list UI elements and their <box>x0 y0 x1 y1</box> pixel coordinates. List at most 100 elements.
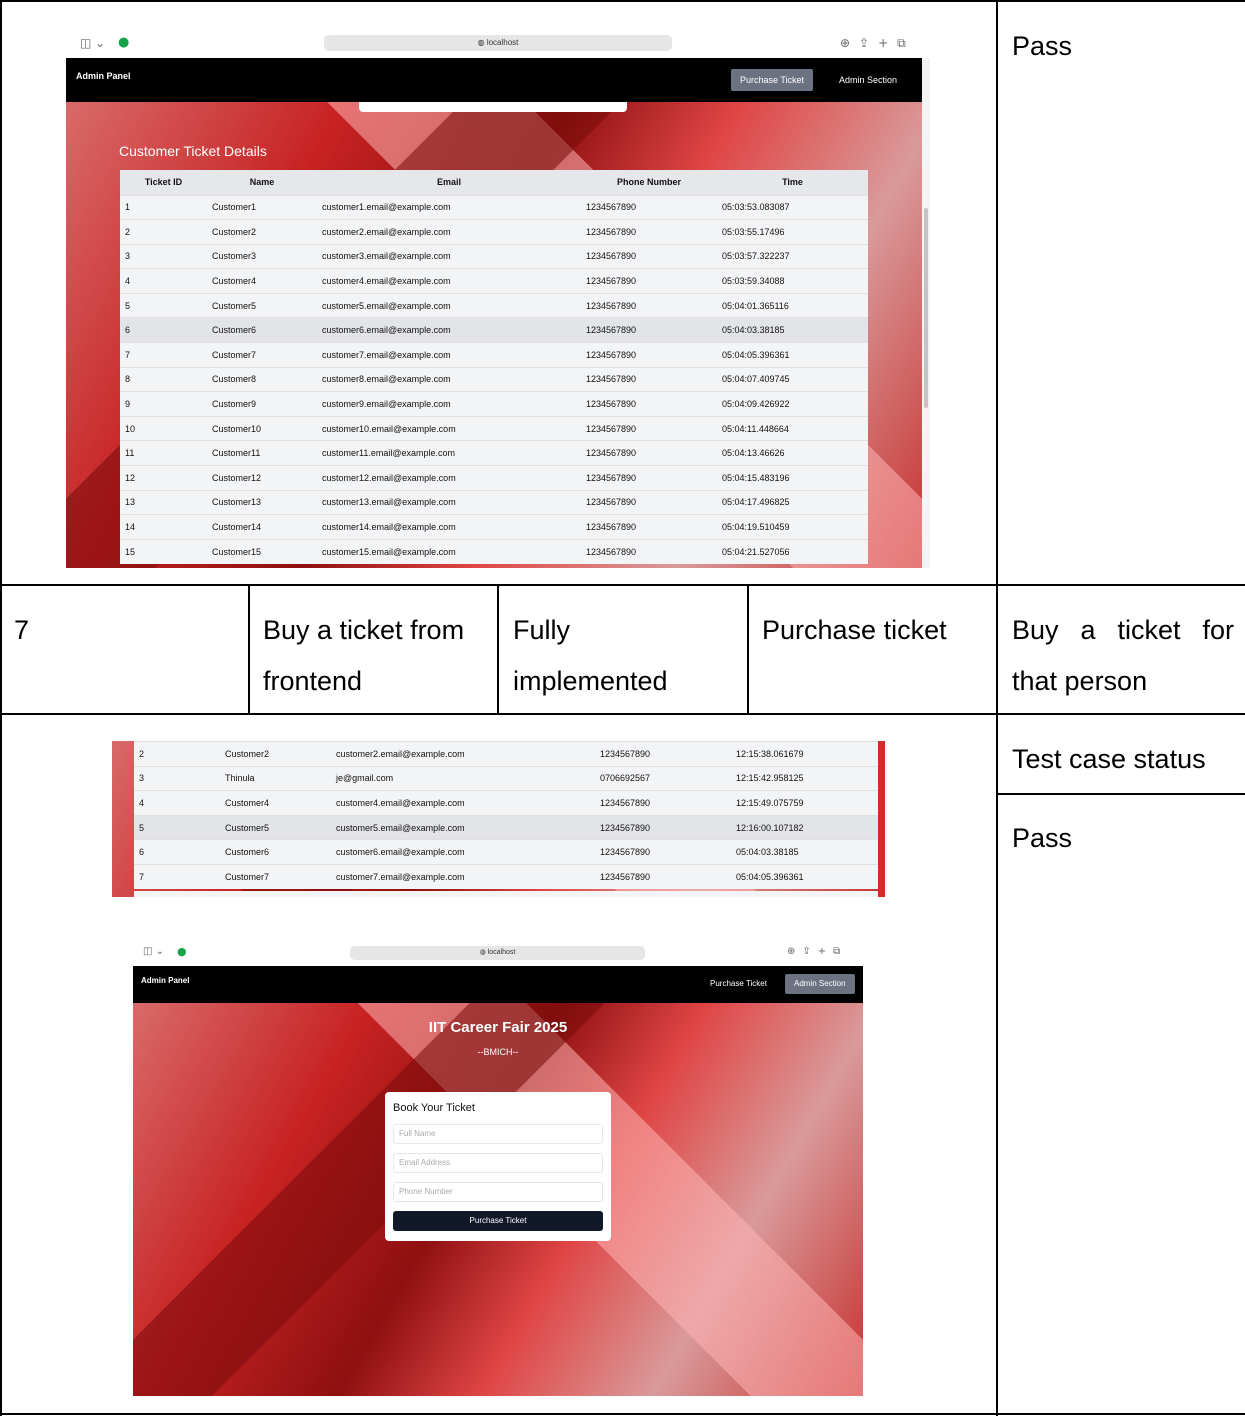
table-border-top <box>0 0 1245 2</box>
cell-email: customer3.email@example.com <box>317 243 581 269</box>
updated-table-screenshot: 2 Customer2 customer2.email@example.com 123… <box>112 741 885 897</box>
address-bar[interactable]: ◍ localhost <box>350 946 645 960</box>
sidebar-icon[interactable]: ◫ ⌄ <box>80 36 105 50</box>
admin-section-nav-button[interactable]: Admin Section <box>830 69 906 91</box>
table-row[interactable]: 5 Customer5 customer5.email@example.com 123… <box>134 814 878 840</box>
cell-time: 05:04:03.38185 <box>717 317 868 343</box>
cell-ticket-id: 13 <box>120 489 207 515</box>
page-scrollbar-thumb[interactable] <box>924 208 928 408</box>
cell-ticket-id: 5 <box>134 814 220 840</box>
brand-title[interactable]: Admin Panel <box>141 976 189 985</box>
cell-email: customer5.email@example.com <box>317 292 581 318</box>
table-row[interactable]: 2 Customer2 customer2.email@example.com 123… <box>134 741 878 767</box>
cell-ticket-id: 6 <box>120 317 207 343</box>
table-row[interactable]: 2 Customer2 customer2.email@example.com 123… <box>120 219 868 245</box>
navbar: Admin Panel Purchase Ticket Admin Sectio… <box>133 966 863 1003</box>
cell-name: Customer9 <box>207 391 317 417</box>
address-bar[interactable]: ◍ localhost <box>324 35 672 51</box>
browser-actions-icons[interactable]: ⊕⇪+⧉ <box>787 946 847 957</box>
cell-time: 12:15:49.075759 <box>731 790 878 816</box>
cell-phone: 1234567890 <box>581 465 717 491</box>
cell-phone: 1234567890 <box>581 292 717 318</box>
cell-email: customer14.email@example.com <box>317 514 581 540</box>
event-title: IIT Career Fair 2025 <box>428 1019 568 1036</box>
purchase-ticket-nav-button[interactable]: Purchase Ticket <box>701 974 776 994</box>
email-input[interactable]: Email Address <box>393 1153 603 1173</box>
table-row[interactable]: 4 Customer4 customer4.email@example.com 123… <box>134 790 878 816</box>
cell-ticket-id: 7 <box>120 342 207 368</box>
cell-phone: 1234567890 <box>581 440 717 466</box>
table-row[interactable]: 6 Customer6 customer6.email@example.com 123… <box>134 839 878 865</box>
cell-time: 12:15:38.061679 <box>731 741 878 767</box>
table-row[interactable]: 5 Customer5 customer5.email@example.com 123… <box>120 292 868 318</box>
cell-email: customer12.email@example.com <box>317 465 581 491</box>
table-row[interactable]: 14 Customer14 customer14.email@example.com… <box>120 514 868 540</box>
table-row[interactable]: 8 Customer8 customer8.email@example.com 123… <box>120 366 868 392</box>
navbar: Admin Panel Purchase Ticket Admin Sectio… <box>66 58 922 102</box>
cell-phone: 1234567890 <box>581 514 717 540</box>
status-value: Pass <box>1012 823 1073 853</box>
table-row[interactable]: 15 Customer15 customer15.email@example.com… <box>120 538 868 564</box>
cell-phone: 1234567890 <box>581 489 717 515</box>
cell-time: 05:04:15.483196 <box>717 465 868 491</box>
cell-ticket-id: 5 <box>120 292 207 318</box>
cell-name: Customer11 <box>207 440 317 466</box>
expected-result-line1: Buy a ticket for <box>1012 615 1234 645</box>
top-result-text: Pass <box>1012 31 1073 61</box>
phone-input[interactable]: Phone Number <box>393 1182 603 1202</box>
table-row[interactable]: 3 Thinula je@gmail.com 0706692567 12:15:42.9… <box>134 765 878 791</box>
table-col-divider-2 <box>497 584 499 714</box>
cell-email: customer1.email@example.com <box>317 194 581 220</box>
table-border-left <box>0 0 2 1416</box>
col-name: Name <box>207 170 317 195</box>
table-row[interactable]: 1 Customer1 customer1.email@example.com 123… <box>120 194 868 220</box>
col-ticket-id: Ticket ID <box>120 170 207 195</box>
globe-icon: ◍ <box>479 949 486 956</box>
cell-email: customer4.email@example.com <box>331 790 595 816</box>
table-row[interactable]: 4 Customer4 customer4.email@example.com 123… <box>120 268 868 294</box>
table-row[interactable]: 9 Customer9 customer9.email@example.com 123… <box>120 391 868 417</box>
cell-time: 05:04:17.496825 <box>717 489 868 515</box>
cell-ticket-id: 11 <box>120 440 207 466</box>
admin-section-nav-button[interactable]: Admin Section <box>785 974 855 994</box>
table-row[interactable]: 11 Customer11 customer11.email@example.com… <box>120 440 868 466</box>
red-edge <box>878 741 885 897</box>
cell-phone: 1234567890 <box>595 741 731 767</box>
grammarly-icon[interactable]: ● <box>177 945 187 958</box>
table-row[interactable]: 6 Customer6 customer6.email@example.com 123… <box>120 317 868 343</box>
table-row[interactable]: 7 Customer7 customer7.email@example.com 123… <box>120 342 868 368</box>
table-row-divider-2 <box>0 713 1245 715</box>
cell-ticket-id: 3 <box>134 765 220 791</box>
cell-ticket-id: 8 <box>120 366 207 392</box>
cell-time: 05:03:55.17496 <box>717 219 868 245</box>
purchase-ticket-button[interactable]: Purchase Ticket <box>393 1211 603 1231</box>
page-scrollbar-track[interactable] <box>922 58 930 568</box>
grammarly-icon[interactable]: ● <box>118 35 129 50</box>
cell-time: 05:04:11.448664 <box>717 415 868 441</box>
cell-email: customer7.email@example.com <box>317 342 581 368</box>
event-venue: --BMICH-- <box>477 1047 519 1057</box>
cell-time: 05:03:53.083087 <box>717 194 868 220</box>
cell-ticket-id: 14 <box>120 514 207 540</box>
purchase-ticket-nav-button[interactable]: Purchase Ticket <box>731 69 814 91</box>
table-col-divider-3 <box>747 584 749 714</box>
cell-email: customer11.email@example.com <box>317 440 581 466</box>
table-row[interactable]: 13 Customer13 customer13.email@example.com… <box>120 489 868 515</box>
booking-form: Book Your Ticket Full Name Email Address… <box>385 1092 611 1241</box>
brand-title[interactable]: Admin Panel <box>76 71 131 81</box>
cut-off-row <box>134 891 878 897</box>
cell-email: customer15.email@example.com <box>317 538 581 564</box>
sidebar-icon[interactable]: ◫ ⌄ <box>143 946 164 957</box>
table-row[interactable]: 3 Customer3 customer3.email@example.com 123… <box>120 243 868 269</box>
browser-actions-icons[interactable]: ⊕⇪+⧉ <box>840 36 915 51</box>
cell-email: customer9.email@example.com <box>317 391 581 417</box>
full-name-input[interactable]: Full Name <box>393 1124 603 1144</box>
table-row[interactable]: 10 Customer10 customer10.email@example.com… <box>120 415 868 441</box>
cell-time: 05:04:03.38185 <box>731 839 878 865</box>
cell-ticket-id: 4 <box>120 268 207 294</box>
table-row[interactable]: 7 Customer7 customer7.email@example.com 123… <box>134 863 878 890</box>
table-row[interactable]: 12 Customer12 customer12.email@example.com… <box>120 465 868 491</box>
cell-name: Customer14 <box>207 514 317 540</box>
cell-phone: 1234567890 <box>581 342 717 368</box>
col-time: Time <box>717 170 868 195</box>
